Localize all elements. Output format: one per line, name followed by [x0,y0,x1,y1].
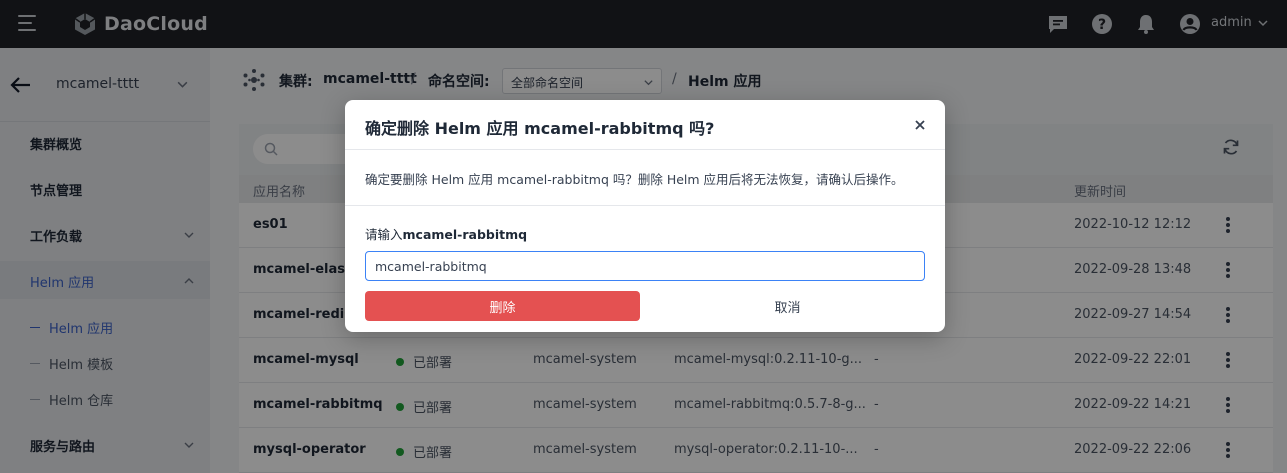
confirm-input-label: 请输入mcamel-rabbitmq [365,224,527,243]
dialog-title: 确定删除 Helm 应用 mcamel-rabbitmq 吗? [365,119,715,138]
delete-confirm-dialog: 确定删除 Helm 应用 mcamel-rabbitmq 吗? 确定要删除 He… [345,100,945,332]
dialog-description: 确定要删除 Helm 应用 mcamel-rabbitmq 吗？删除 Helm … [365,172,904,187]
confirm-name-input[interactable] [365,251,925,281]
label-prefix: 请输入 [365,227,403,242]
cancel-button[interactable]: 取消 [650,291,925,321]
close-icon[interactable] [913,118,927,132]
divider [345,149,945,150]
label-app-name: mcamel-rabbitmq [402,227,528,242]
delete-button[interactable]: 删除 [365,291,640,321]
divider [345,205,945,206]
